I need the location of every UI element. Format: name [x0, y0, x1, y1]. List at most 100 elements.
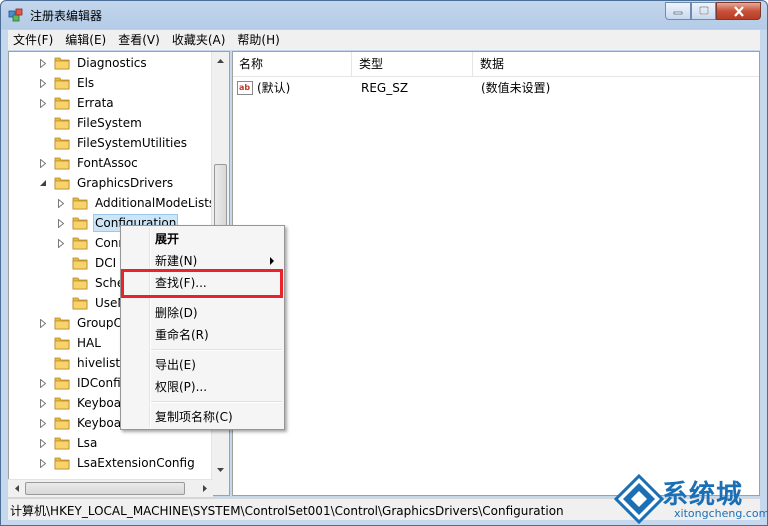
folder-icon	[54, 115, 70, 131]
tree-item[interactable]: Keyboar	[38, 393, 128, 413]
close-button[interactable]	[716, 2, 761, 20]
value-row[interactable]: ab (默认) REG_SZ (数值未设置)	[233, 78, 759, 98]
title-bar[interactable]: 注册表编辑器	[1, 1, 767, 29]
context-menu-item[interactable]: 权限(P)...	[123, 376, 282, 398]
expand-arrow-icon[interactable]	[38, 437, 48, 449]
expand-arrow-icon[interactable]	[56, 217, 66, 229]
column-name[interactable]: 名称	[233, 52, 352, 76]
column-data[interactable]: 数据	[474, 52, 759, 76]
expand-arrow-icon[interactable]	[38, 397, 48, 409]
tree-item[interactable]: GroupOr	[38, 313, 130, 333]
folder-icon	[54, 55, 70, 71]
submenu-arrow-icon	[270, 257, 274, 265]
tree-item[interactable]: Keyboar	[38, 413, 128, 433]
folder-icon	[54, 455, 70, 471]
status-path: 计算机\HKEY_LOCAL_MACHINE\SYSTEM\ControlSet…	[10, 504, 564, 518]
tree-item-label: Errata	[77, 96, 114, 110]
context-menu-item[interactable]: 导出(E)	[123, 354, 282, 376]
context-menu-item[interactable]: 展开	[123, 228, 282, 250]
expand-arrow-icon[interactable]	[56, 237, 66, 249]
regedit-app-icon	[8, 7, 24, 23]
tree-item[interactable]: Conn	[56, 233, 128, 253]
menu-edit[interactable]: 编辑(E)	[60, 30, 111, 50]
window-title: 注册表编辑器	[30, 9, 103, 23]
tree-item-label: FontAssoc	[77, 156, 138, 170]
column-type[interactable]: 类型	[353, 52, 473, 76]
expand-arrow-icon[interactable]	[38, 57, 48, 69]
watermark-cn-text: 系统城	[662, 480, 744, 510]
tree-hscroll-thumb[interactable]	[25, 482, 185, 495]
tree-horizontal-scrollbar[interactable]	[8, 479, 213, 497]
maximize-button[interactable]	[691, 2, 716, 20]
expand-arrow-icon[interactable]	[38, 97, 48, 109]
tree-item[interactable]: DCI	[56, 253, 118, 273]
scroll-up-button[interactable]	[212, 52, 229, 69]
menu-file[interactable]: 文件(F)	[8, 30, 58, 50]
tree-item[interactable]: FileSystemUtilities	[38, 133, 189, 153]
tree-item[interactable]: AdditionalModeLists	[56, 193, 217, 213]
menu-favorites[interactable]: 收藏夹(A)	[167, 30, 231, 50]
tree-item[interactable]: FontAssoc	[38, 153, 140, 173]
list-header: 名称 类型 数据	[233, 52, 759, 77]
expand-arrow-icon[interactable]	[38, 317, 48, 329]
tree-item-label: GraphicsDrivers	[77, 176, 174, 190]
tree-item[interactable]: HAL	[38, 333, 103, 353]
menu-help[interactable]: 帮助(H)	[232, 30, 284, 50]
tree-item-label: LsaExtensionConfig	[77, 456, 195, 470]
scroll-left-button[interactable]	[8, 480, 25, 497]
tree-item[interactable]: Diagnostics	[38, 53, 149, 73]
collapse-arrow-icon[interactable]	[38, 177, 48, 189]
expand-arrow-icon[interactable]	[38, 157, 48, 169]
tree-item[interactable]: IDConfig	[38, 373, 130, 393]
chevron-left-icon	[14, 485, 19, 492]
tree-item-label: AdditionalModeLists	[95, 196, 216, 210]
expand-arrow-icon[interactable]	[38, 417, 48, 429]
tree-item[interactable]: Sche	[56, 273, 126, 293]
folder-icon	[54, 155, 70, 171]
folder-icon	[54, 175, 70, 191]
folder-icon	[54, 415, 70, 431]
folder-icon	[54, 335, 70, 351]
folder-icon	[54, 75, 70, 91]
menu-view[interactable]: 查看(V)	[113, 30, 165, 50]
scroll-down-button[interactable]	[212, 461, 229, 478]
menu-separator	[151, 349, 282, 351]
context-menu-item-label: 新建(N)	[155, 254, 198, 268]
context-menu-item[interactable]: 复制项名称(C)	[123, 406, 282, 428]
value-type: REG_SZ	[361, 81, 409, 95]
folder-icon	[54, 375, 70, 391]
tree-item[interactable]: Errata	[38, 93, 116, 113]
tree-item[interactable]: Lsa	[38, 433, 99, 453]
tree-item[interactable]: hivelist	[38, 353, 122, 373]
tree-item[interactable]: GraphicsDrivers	[38, 173, 175, 193]
minimize-button[interactable]	[665, 2, 691, 20]
tree-item-label: DCI	[95, 256, 117, 270]
folder-icon	[54, 355, 70, 371]
expand-arrow-icon[interactable]	[56, 197, 66, 209]
expand-arrow-icon[interactable]	[38, 77, 48, 89]
folder-icon	[72, 295, 88, 311]
context-menu-item-label: 导出(E)	[155, 358, 196, 372]
tree-item-label: Diagnostics	[77, 56, 147, 70]
expand-arrow-icon[interactable]	[38, 457, 48, 469]
window-controls	[665, 2, 761, 20]
tree-item[interactable]: Els	[38, 73, 96, 93]
scroll-right-button[interactable]	[196, 480, 213, 497]
tree-item[interactable]: LsaExtensionConfig	[38, 453, 197, 473]
tree-item[interactable]: UseN	[56, 293, 128, 313]
maximize-icon	[698, 6, 709, 15]
registry-values-list[interactable]: 名称 类型 数据 ab (默认) REG_SZ (数值未设置)	[232, 51, 760, 496]
context-menu-item[interactable]: 删除(D)	[123, 302, 282, 324]
folder-icon	[54, 435, 70, 451]
context-menu-item-label: 删除(D)	[155, 306, 198, 320]
folder-icon	[72, 215, 88, 231]
context-menu-item[interactable]: 重命名(R)	[123, 324, 282, 346]
tree-item-label: FileSystem	[77, 116, 142, 130]
expand-arrow-icon[interactable]	[38, 377, 48, 389]
context-menu-item-label: 权限(P)...	[155, 380, 208, 394]
tree-item[interactable]: FileSystem	[38, 113, 144, 133]
